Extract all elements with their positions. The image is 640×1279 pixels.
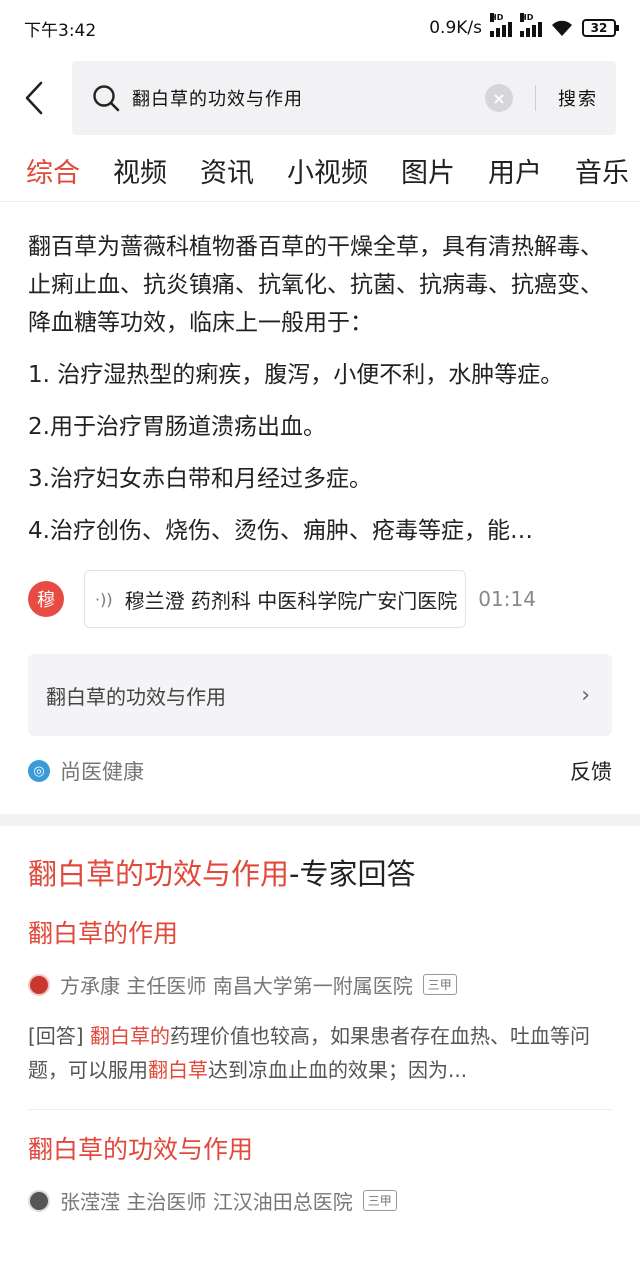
qa-item[interactable]: 翻白草的功效与作用 张滢滢 主治医师 江汉油田总医院 三甲 (28, 1110, 612, 1215)
expert-section: 翻白草的功效与作用-专家回答 翻白草的作用 方承康 主任医师 南昌大学第一附属医… (0, 826, 640, 1215)
section-divider (0, 814, 640, 826)
tab-short-video[interactable]: 小视频 (287, 151, 368, 190)
shangyi-logo-icon: ◎ (28, 760, 50, 782)
search-icon (93, 85, 120, 112)
tab-zonghe[interactable]: 综合 (26, 151, 80, 190)
answer-item-1: 1. 治疗湿热型的痢疾，腹泻，小便不利，水肿等症。 (28, 362, 564, 388)
answer-item-3: 3.治疗妇女赤白带和月经过多症。 (28, 466, 372, 492)
hd-badge: HD (490, 13, 504, 22)
audio-duration: 01:14 (478, 587, 536, 611)
back-arrow-icon (25, 81, 43, 115)
category-tabs: 综合 视频 资讯 小视频 图片 用户 音乐 (0, 140, 640, 202)
answer-intro: 翻百草为蔷薇科植物番百草的干燥全草，具有清热解毒、止痢止血、抗炎镇痛、抗氧化、抗… (28, 234, 603, 336)
search-button[interactable]: 搜索 (558, 85, 598, 111)
audio-wave-icon: ·)) (95, 589, 113, 609)
expert-title[interactable]: 翻白草的功效与作用-专家回答 (28, 854, 612, 894)
doctor-avatar (28, 973, 50, 996)
clear-icon[interactable]: × (485, 84, 513, 112)
search-box[interactable]: 翻白草的功效与作用 × 搜索 (72, 61, 616, 135)
tab-news[interactable]: 资讯 (200, 151, 254, 190)
search-row: 翻白草的功效与作用 × 搜索 (0, 56, 640, 140)
signal-icon-2: HD (520, 13, 542, 37)
source-label: 尚医健康 (60, 760, 144, 784)
source-row: ◎ 尚医健康 反馈 (28, 736, 612, 806)
keyword-highlight: 翻白草 (148, 1058, 208, 1082)
hospital-level-badge: 三甲 (422, 974, 457, 995)
status-icons: 0.9K/s HD HD 32 (429, 13, 619, 38)
status-time: 下午3:42 (24, 20, 97, 41)
snippet-text: 达到凉血止血的效果；因为... (208, 1058, 468, 1082)
qa-title[interactable]: 翻白草的功效与作用 (28, 1130, 612, 1166)
status-bar: 下午3:42 0.9K/s HD HD 32 (0, 0, 640, 56)
qa-title[interactable]: 翻白草的作用 (28, 914, 612, 950)
search-divider (535, 85, 536, 111)
hospital-level-badge: 三甲 (362, 1190, 397, 1211)
tab-images[interactable]: 图片 (401, 151, 455, 190)
hd-badge-2: HD (520, 13, 534, 22)
answer-item-2: 2.用于治疗胃肠道溃疡出血。 (28, 414, 326, 440)
audio-play-button[interactable]: ·)) 穆兰澄 药剂科 中医科学院广安门医院 (84, 570, 467, 628)
tab-users[interactable]: 用户 (488, 151, 542, 190)
doctor-info: 方承康 主任医师 南昌大学第一附属医院 (60, 974, 413, 998)
answer-card[interactable]: 翻百草为蔷薇科植物番百草的干燥全草，具有清热解毒、止痢止血、抗炎镇痛、抗氧化、抗… (0, 202, 640, 806)
answer-item-4: 4.治疗创伤、烧伤、烫伤、痈肿、疮毒等症，能… (28, 518, 533, 544)
qa-tag: [回答] (28, 1024, 84, 1048)
author-avatar: 穆 (28, 581, 64, 617)
chevron-right-icon: › (581, 682, 590, 708)
doctor-row: 方承康 主任医师 南昌大学第一附属医院 三甲 (28, 970, 612, 999)
doctor-row: 张滢滢 主治医师 江汉油田总医院 三甲 (28, 1186, 612, 1215)
related-query-link[interactable]: 翻白草的功效与作用 › (28, 654, 612, 736)
doctor-avatar (28, 1189, 50, 1212)
tab-music[interactable]: 音乐 (575, 151, 629, 190)
search-input[interactable]: 翻白草的功效与作用 (132, 85, 485, 111)
signal-icon: HD (490, 13, 512, 37)
qa-item[interactable]: 翻白草的作用 方承康 主任医师 南昌大学第一附属医院 三甲 [回答] 翻白草的药… (28, 894, 612, 1110)
related-query-label: 翻白草的功效与作用 (46, 684, 226, 709)
back-button[interactable] (24, 74, 72, 122)
network-speed: 0.9K/s (429, 18, 482, 38)
author-row: 穆 ·)) 穆兰澄 药剂科 中医科学院广安门医院 01:14 (28, 570, 612, 628)
wifi-icon (552, 20, 572, 36)
battery-icon: 32 (582, 19, 619, 37)
expert-title-highlight: 翻白草的功效与作用 (28, 857, 290, 891)
expert-title-suffix: -专家回答 (289, 857, 416, 891)
tab-video[interactable]: 视频 (113, 151, 167, 190)
battery-level: 32 (590, 21, 608, 35)
keyword-highlight: 翻白草的 (89, 1024, 170, 1048)
source-link[interactable]: ◎ 尚医健康 (28, 756, 144, 786)
author-info: 穆兰澄 药剂科 中医科学院广安门医院 (124, 588, 458, 613)
qa-snippet: [回答] 翻白草的药理价值也较高，如果患者存在血热、吐血等问题，可以服用翻白草达… (28, 1019, 612, 1087)
feedback-button[interactable]: 反馈 (570, 756, 612, 786)
doctor-info: 张滢滢 主治医师 江汉油田总医院 (60, 1190, 353, 1214)
